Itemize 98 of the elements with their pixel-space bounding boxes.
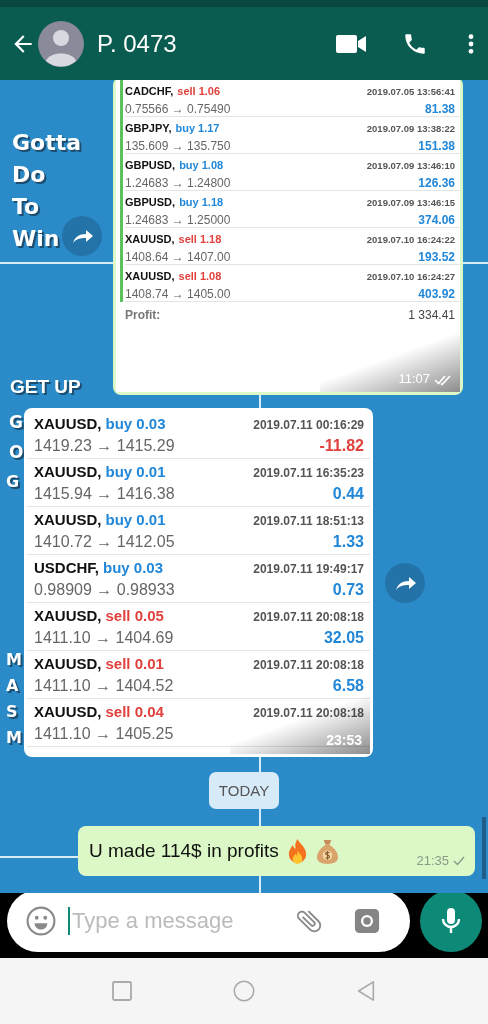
contact-name[interactable]: P. 0473 xyxy=(97,29,177,58)
trade-profit: 0.73 xyxy=(332,580,364,599)
trade-symbol: XAUUSD, xyxy=(34,702,102,720)
wallpaper-text: G xyxy=(9,412,23,432)
trade-profit: 6.58 xyxy=(332,676,364,695)
wallpaper-text: O xyxy=(9,442,24,462)
trade-time: 2019.07.11 16:35:23 xyxy=(253,465,364,480)
trade-profit: 403.92 xyxy=(418,286,455,301)
forward-button[interactable] xyxy=(62,216,102,256)
trade-profit: 151.38 xyxy=(418,138,455,153)
money-bag-icon xyxy=(315,837,339,865)
trade-profit: -11.82 xyxy=(319,436,364,455)
trade-prices: 1411.10 → 1405.25 xyxy=(34,724,174,743)
trade-time: 2019.07.11 20:08:18 xyxy=(253,705,364,720)
trade-profit: 0.44 xyxy=(332,484,364,503)
avatar[interactable] xyxy=(38,20,84,67)
trade-prices: 1408.64 → 1407.00 xyxy=(125,249,231,264)
trade-symbol: XAUUSD, xyxy=(125,269,175,282)
trade-symbol: GBPJPY, xyxy=(125,121,172,134)
order-type: sell 0.01 xyxy=(105,654,164,672)
message-field[interactable]: Type a message xyxy=(68,907,294,935)
scrollbar[interactable] xyxy=(482,817,486,879)
trade-symbol: GBPUSD, xyxy=(125,195,176,208)
trade-time: 2019.07.10 16:24:27 xyxy=(366,270,455,282)
forward-button[interactable] xyxy=(385,562,425,603)
order-type: buy 0.03 xyxy=(103,558,164,576)
trade-time: 2019.07.11 18:51:13 xyxy=(253,513,364,528)
trade-profit: 81.38 xyxy=(424,101,455,116)
trade-time: 2019.07.11 19:49:17 xyxy=(253,561,364,576)
image-message[interactable] xyxy=(24,408,373,757)
camera-icon[interactable] xyxy=(354,908,380,934)
trade-prices: 1410.72 → 1412.05 xyxy=(34,532,175,551)
trade-time: 2019.07.09 13:46:10 xyxy=(366,159,455,171)
order-type: buy 1.08 xyxy=(179,158,224,171)
wallpaper-text: Win xyxy=(12,226,60,251)
order-type: sell 1.08 xyxy=(178,269,222,282)
order-type: buy 1.17 xyxy=(175,121,220,134)
order-type: sell 1.18 xyxy=(178,232,222,245)
wallpaper-text: G xyxy=(6,472,20,491)
message-time: 23:53 xyxy=(326,732,362,748)
trade-profit: 126.36 xyxy=(418,175,455,190)
trade-profit: 32.05 xyxy=(323,628,364,647)
trade-prices: 1419.23 → 1415.29 xyxy=(34,436,175,455)
wallpaper-text: S xyxy=(6,702,18,721)
trade-prices: 1411.10 → 1404.52 xyxy=(34,676,174,695)
trade-symbol: XAUUSD, xyxy=(125,232,175,245)
trade-time: 2019.07.05 13:56:41 xyxy=(366,85,455,97)
wallpaper-text: To xyxy=(12,194,40,219)
profit-total: 1 334.41 xyxy=(408,308,455,322)
order-type: buy 0.03 xyxy=(105,414,166,432)
message-input[interactable]: Type a message xyxy=(7,890,410,952)
trade-symbol: XAUUSD, xyxy=(34,414,102,432)
trade-prices: 1415.94 → 1416.38 xyxy=(34,484,175,503)
trade-symbol: XAUUSD, xyxy=(34,654,102,672)
trade-symbol: XAUUSD, xyxy=(34,606,102,624)
trade-prices: 1411.10 → 1404.69 xyxy=(34,628,174,647)
image-message[interactable] xyxy=(113,80,463,395)
trade-prices: 1.24683 → 1.24800 xyxy=(125,175,231,190)
trade-time: 2019.07.11 00:16:29 xyxy=(253,417,364,432)
trade-symbol: CADCHF, xyxy=(125,84,174,97)
trade-symbol: USDCHF, xyxy=(34,558,99,576)
profit-label: Profit: xyxy=(125,308,161,322)
order-type: buy 0.01 xyxy=(105,462,166,480)
trade-time: 2019.07.11 20:08:18 xyxy=(253,657,364,672)
trade-time: 2019.07.10 16:24:22 xyxy=(366,233,455,245)
trade-prices: 1408.74 → 1405.00 xyxy=(125,286,231,301)
trade-time: 2019.07.11 20:08:18 xyxy=(253,609,364,624)
order-type: sell 1.06 xyxy=(177,84,221,97)
trade-profit: 374.06 xyxy=(418,212,455,227)
order-type: buy 0.01 xyxy=(105,510,166,528)
trade-symbol: XAUUSD, xyxy=(34,510,102,528)
trade-prices: 0.75566 → 0.75490 xyxy=(125,101,231,116)
message-time: 11:07 xyxy=(398,371,430,386)
wallpaper-text: M xyxy=(6,650,22,669)
wallpaper-text: Gotta xyxy=(12,130,82,155)
order-type: sell 0.05 xyxy=(105,606,164,624)
date-label: TODAY xyxy=(208,772,280,809)
order-type: sell 0.04 xyxy=(105,702,164,720)
wallpaper-text: A xyxy=(6,676,19,695)
trade-time: 2019.07.09 13:46:15 xyxy=(366,196,455,208)
emoji-icon[interactable] xyxy=(26,906,56,936)
trade-prices: 1.24683 → 1.25000 xyxy=(125,212,231,227)
wallpaper-text: GET UP xyxy=(10,376,81,398)
message-time: 21:35 xyxy=(416,853,449,868)
trade-profit: 193.52 xyxy=(418,249,455,264)
trade-profit: 1.33 xyxy=(332,532,364,551)
trade-prices: 0.98909 → 0.98933 xyxy=(34,580,175,599)
more-options-icon[interactable] xyxy=(468,32,474,55)
message-text: U made 114$ in profits xyxy=(89,840,279,862)
trade-time: 2019.07.09 13:38:22 xyxy=(366,122,455,134)
wallpaper-text: M xyxy=(6,728,22,747)
wallpaper-text: Do xyxy=(12,162,46,187)
trade-prices: 135.609 → 135.750 xyxy=(125,138,231,153)
microphone-button[interactable] xyxy=(420,890,482,952)
trade-symbol: GBPUSD, xyxy=(125,158,176,171)
video-call-icon[interactable] xyxy=(336,33,366,54)
order-type: buy 1.18 xyxy=(179,195,224,208)
trade-symbol: XAUUSD, xyxy=(34,462,102,480)
